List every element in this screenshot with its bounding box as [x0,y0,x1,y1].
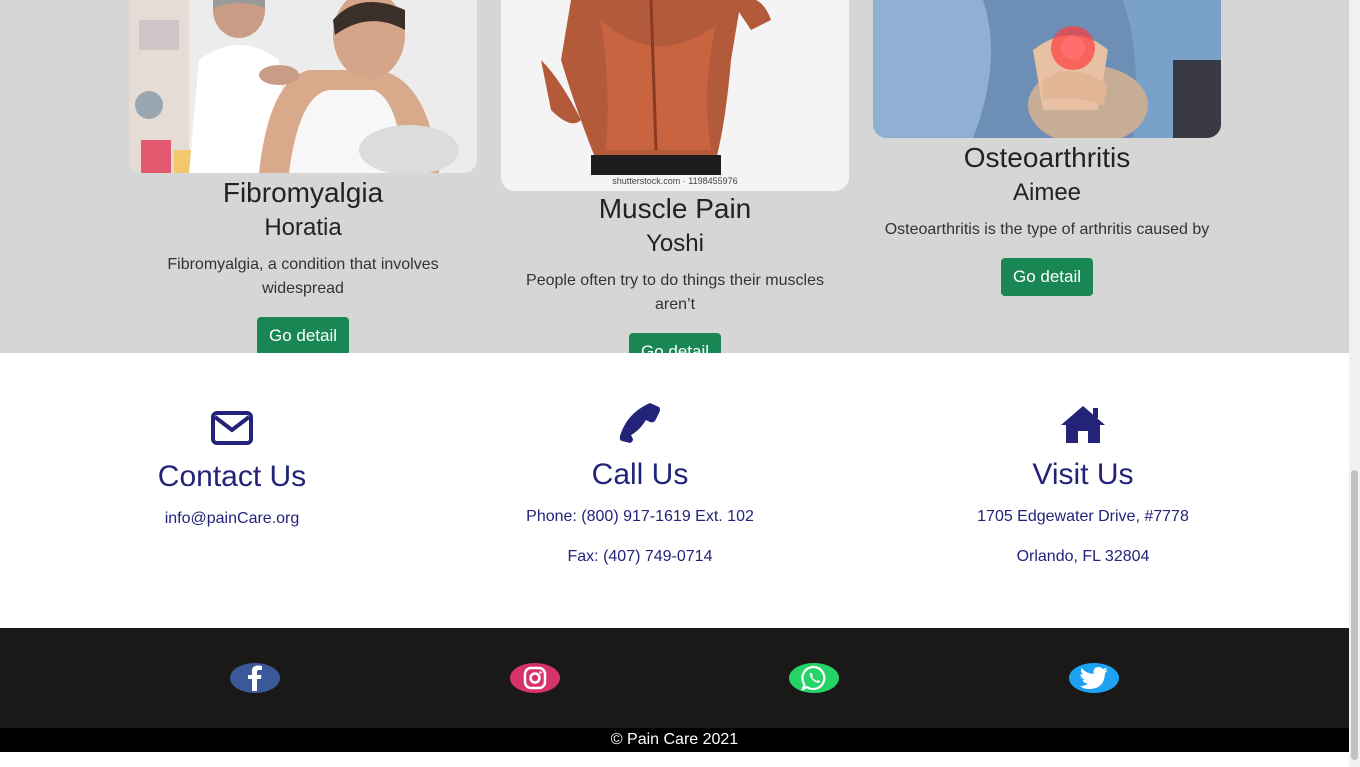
card-image-muscle-pain: shutterstock.com · 1198455976 [501,0,849,191]
twitter-icon[interactable] [1069,663,1119,693]
card-image-osteoarthritis [873,0,1221,138]
card-title: Fibromyalgia [222,177,384,208]
service-cards-section: Fibromyalgia Horatia Fibromyalgia, a con… [0,0,1349,371]
scrollbar-thumb[interactable] [1351,470,1358,760]
card-osteoarthritis: Osteoarthritis Aimee Osteoarthritis is t… [873,0,1221,296]
home-icon [933,401,1233,443]
phone-icon [490,401,790,443]
fax-number: Fax: (407) 749-0714 [567,548,713,565]
call-us-column: Call Us Phone: (800) 917-1619 Ext. 102 F… [490,401,790,569]
facebook-icon[interactable] [230,663,280,693]
copyright-bar: © Pain Care 2021 [0,728,1349,752]
contact-section: Contact Us info@painCare.org Call Us Pho… [0,353,1349,628]
contact-us-column: Contact Us info@painCare.org [82,403,382,531]
page-scrollbar[interactable] [1349,0,1360,767]
contact-email[interactable]: info@painCare.org [82,507,382,531]
go-detail-button[interactable]: Go detail [1000,258,1094,296]
visit-us-heading: Visit Us [1032,458,1134,491]
image-watermark: shutterstock.com · 1198455976 [612,176,738,186]
card-author: Yoshi [646,230,704,257]
card-text: Osteoarthritis is the type of arthritis … [884,221,1210,238]
phone-number[interactable]: Phone: (800) 917-1619 Ext. 102 [490,505,790,529]
envelope-icon [82,403,382,445]
visit-us-column: Visit Us 1705 Edgewater Drive, #7778 Orl… [933,401,1233,569]
card-muscle-pain: shutterstock.com · 1198455976 Muscle Pai… [501,0,849,371]
address-line-1: 1705 Edgewater Drive, #7778 [977,508,1189,525]
card-title: Muscle Pain [598,193,752,224]
social-footer [0,628,1349,728]
card-author: Horatia [264,214,342,241]
whatsapp-icon[interactable] [789,663,839,693]
call-us-heading: Call Us [591,458,689,491]
instagram-icon[interactable] [510,663,560,693]
bottom-strip [0,752,1349,767]
card-text: Fibromyalgia, a condition that involves … [167,256,439,297]
card-text: People often try to do things their musc… [526,272,824,313]
go-detail-button[interactable]: Go detail [256,317,350,355]
contact-us-heading: Contact Us [157,460,307,493]
card-author: Aimee [1012,179,1082,206]
address-line-2: Orlando, FL 32804 [1016,548,1150,565]
card-title: Osteoarthritis [963,142,1131,173]
card-image-fibromyalgia [129,0,477,173]
card-fibromyalgia: Fibromyalgia Horatia Fibromyalgia, a con… [129,0,477,355]
